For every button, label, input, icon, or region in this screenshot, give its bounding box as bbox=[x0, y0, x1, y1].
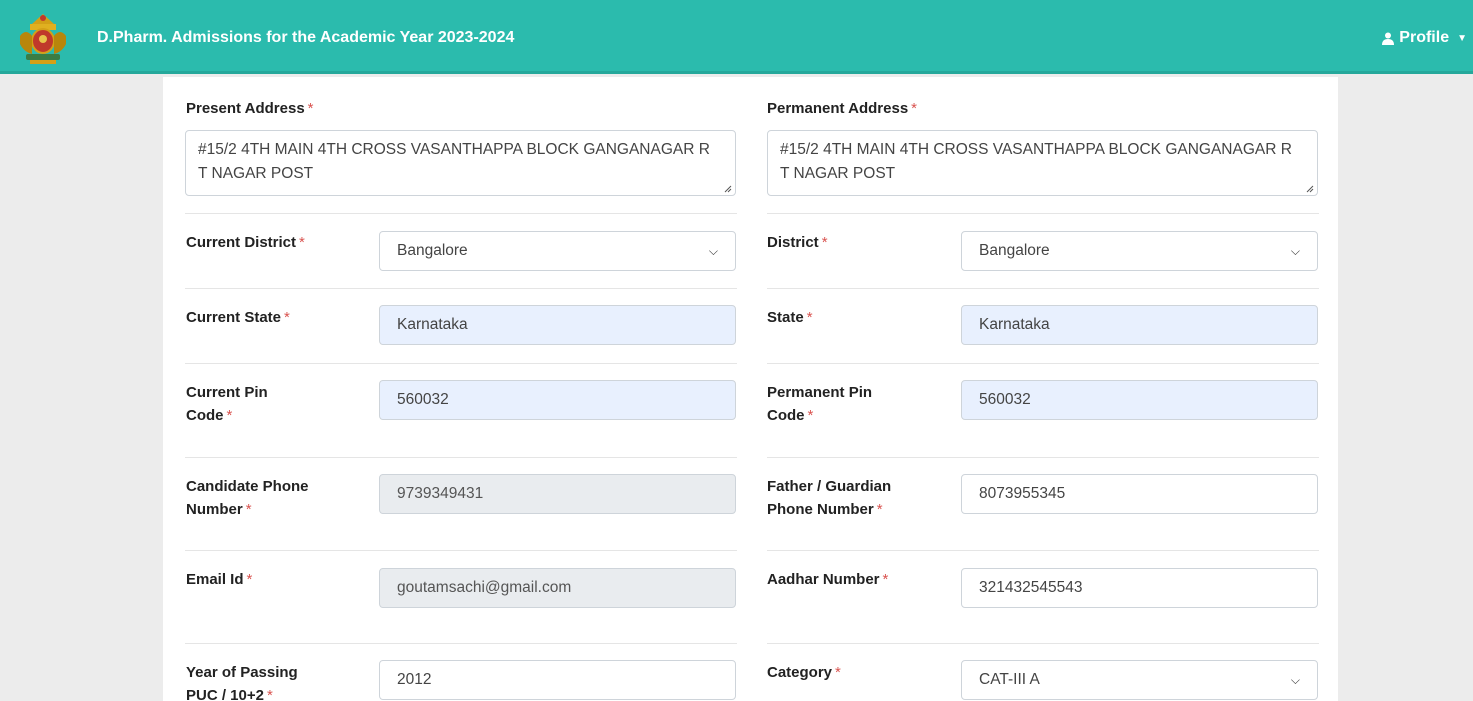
email-input: goutamsachi@gmail.com bbox=[379, 568, 736, 608]
resize-grip-icon[interactable] bbox=[724, 185, 732, 193]
permanent-address-label: Permanent Address * bbox=[767, 100, 918, 117]
profile-label: Profile bbox=[1399, 29, 1450, 46]
email-label: Email Id * bbox=[186, 571, 253, 588]
category-select[interactable]: CAT-III A ⌵ bbox=[961, 660, 1318, 700]
divider bbox=[185, 213, 737, 214]
guardian-phone-input[interactable]: 8073955345 bbox=[961, 474, 1318, 514]
aadhar-label: Aadhar Number * bbox=[767, 571, 889, 588]
divider bbox=[767, 363, 1319, 364]
divider bbox=[185, 457, 737, 458]
puc-year-label: Year of Passing PUC / 10+2 * bbox=[186, 664, 298, 701]
current-district-select[interactable]: Bangalore ⌵ bbox=[379, 231, 736, 271]
current-district-label: Current District * bbox=[186, 234, 305, 251]
chevron-down-icon: ⌵ bbox=[708, 243, 718, 258]
page-title: D.Pharm. Admissions for the Academic Yea… bbox=[97, 29, 515, 46]
current-state-input[interactable]: Karnataka bbox=[379, 305, 736, 345]
chevron-down-icon: ⌵ bbox=[1290, 672, 1300, 687]
current-pin-input[interactable]: 560032 bbox=[379, 380, 736, 420]
state-label: State * bbox=[767, 309, 813, 326]
top-navbar: D.Pharm. Admissions for the Academic Yea… bbox=[0, 0, 1473, 74]
divider bbox=[185, 288, 737, 289]
divider bbox=[185, 643, 737, 644]
candidate-phone-label: Candidate Phone Number * bbox=[186, 478, 309, 518]
puc-year-input[interactable]: 2012 bbox=[379, 660, 736, 700]
divider bbox=[767, 550, 1319, 551]
divider bbox=[185, 363, 737, 364]
current-state-label: Current State * bbox=[186, 309, 290, 326]
aadhar-input[interactable]: 321432545543 bbox=[961, 568, 1318, 608]
candidate-phone-input: 9739349431 bbox=[379, 474, 736, 514]
divider bbox=[767, 288, 1319, 289]
permanent-pin-input[interactable]: 560032 bbox=[961, 380, 1318, 420]
karnataka-emblem-logo bbox=[20, 14, 66, 64]
state-input[interactable]: Karnataka bbox=[961, 305, 1318, 345]
guardian-phone-label: Father / Guardian Phone Number * bbox=[767, 478, 892, 518]
user-icon bbox=[1382, 32, 1395, 45]
current-pin-label: Current Pin Code * bbox=[186, 384, 268, 424]
permanent-address-textarea[interactable]: #15/2 4TH MAIN 4TH CROSS VASANTHAPPA BLO… bbox=[767, 130, 1318, 196]
divider bbox=[767, 457, 1319, 458]
present-address-textarea[interactable]: #15/2 4TH MAIN 4TH CROSS VASANTHAPPA BLO… bbox=[185, 130, 736, 196]
caret-down-icon: ▼ bbox=[1457, 32, 1467, 44]
permanent-pin-label: Permanent Pin Code * bbox=[767, 384, 873, 424]
district-select[interactable]: Bangalore ⌵ bbox=[961, 231, 1318, 271]
profile-menu-button[interactable]: Profile ▼ bbox=[1382, 29, 1467, 47]
district-label: District * bbox=[767, 234, 828, 251]
divider bbox=[767, 213, 1319, 214]
application-form-card: Present Address * #15/2 4TH MAIN 4TH CROS… bbox=[163, 77, 1338, 701]
divider bbox=[185, 550, 737, 551]
resize-grip-icon[interactable] bbox=[1306, 185, 1314, 193]
chevron-down-icon: ⌵ bbox=[1290, 243, 1300, 258]
present-address-label: Present Address * bbox=[186, 100, 314, 117]
category-label: Category * bbox=[767, 664, 841, 681]
divider bbox=[767, 643, 1319, 644]
